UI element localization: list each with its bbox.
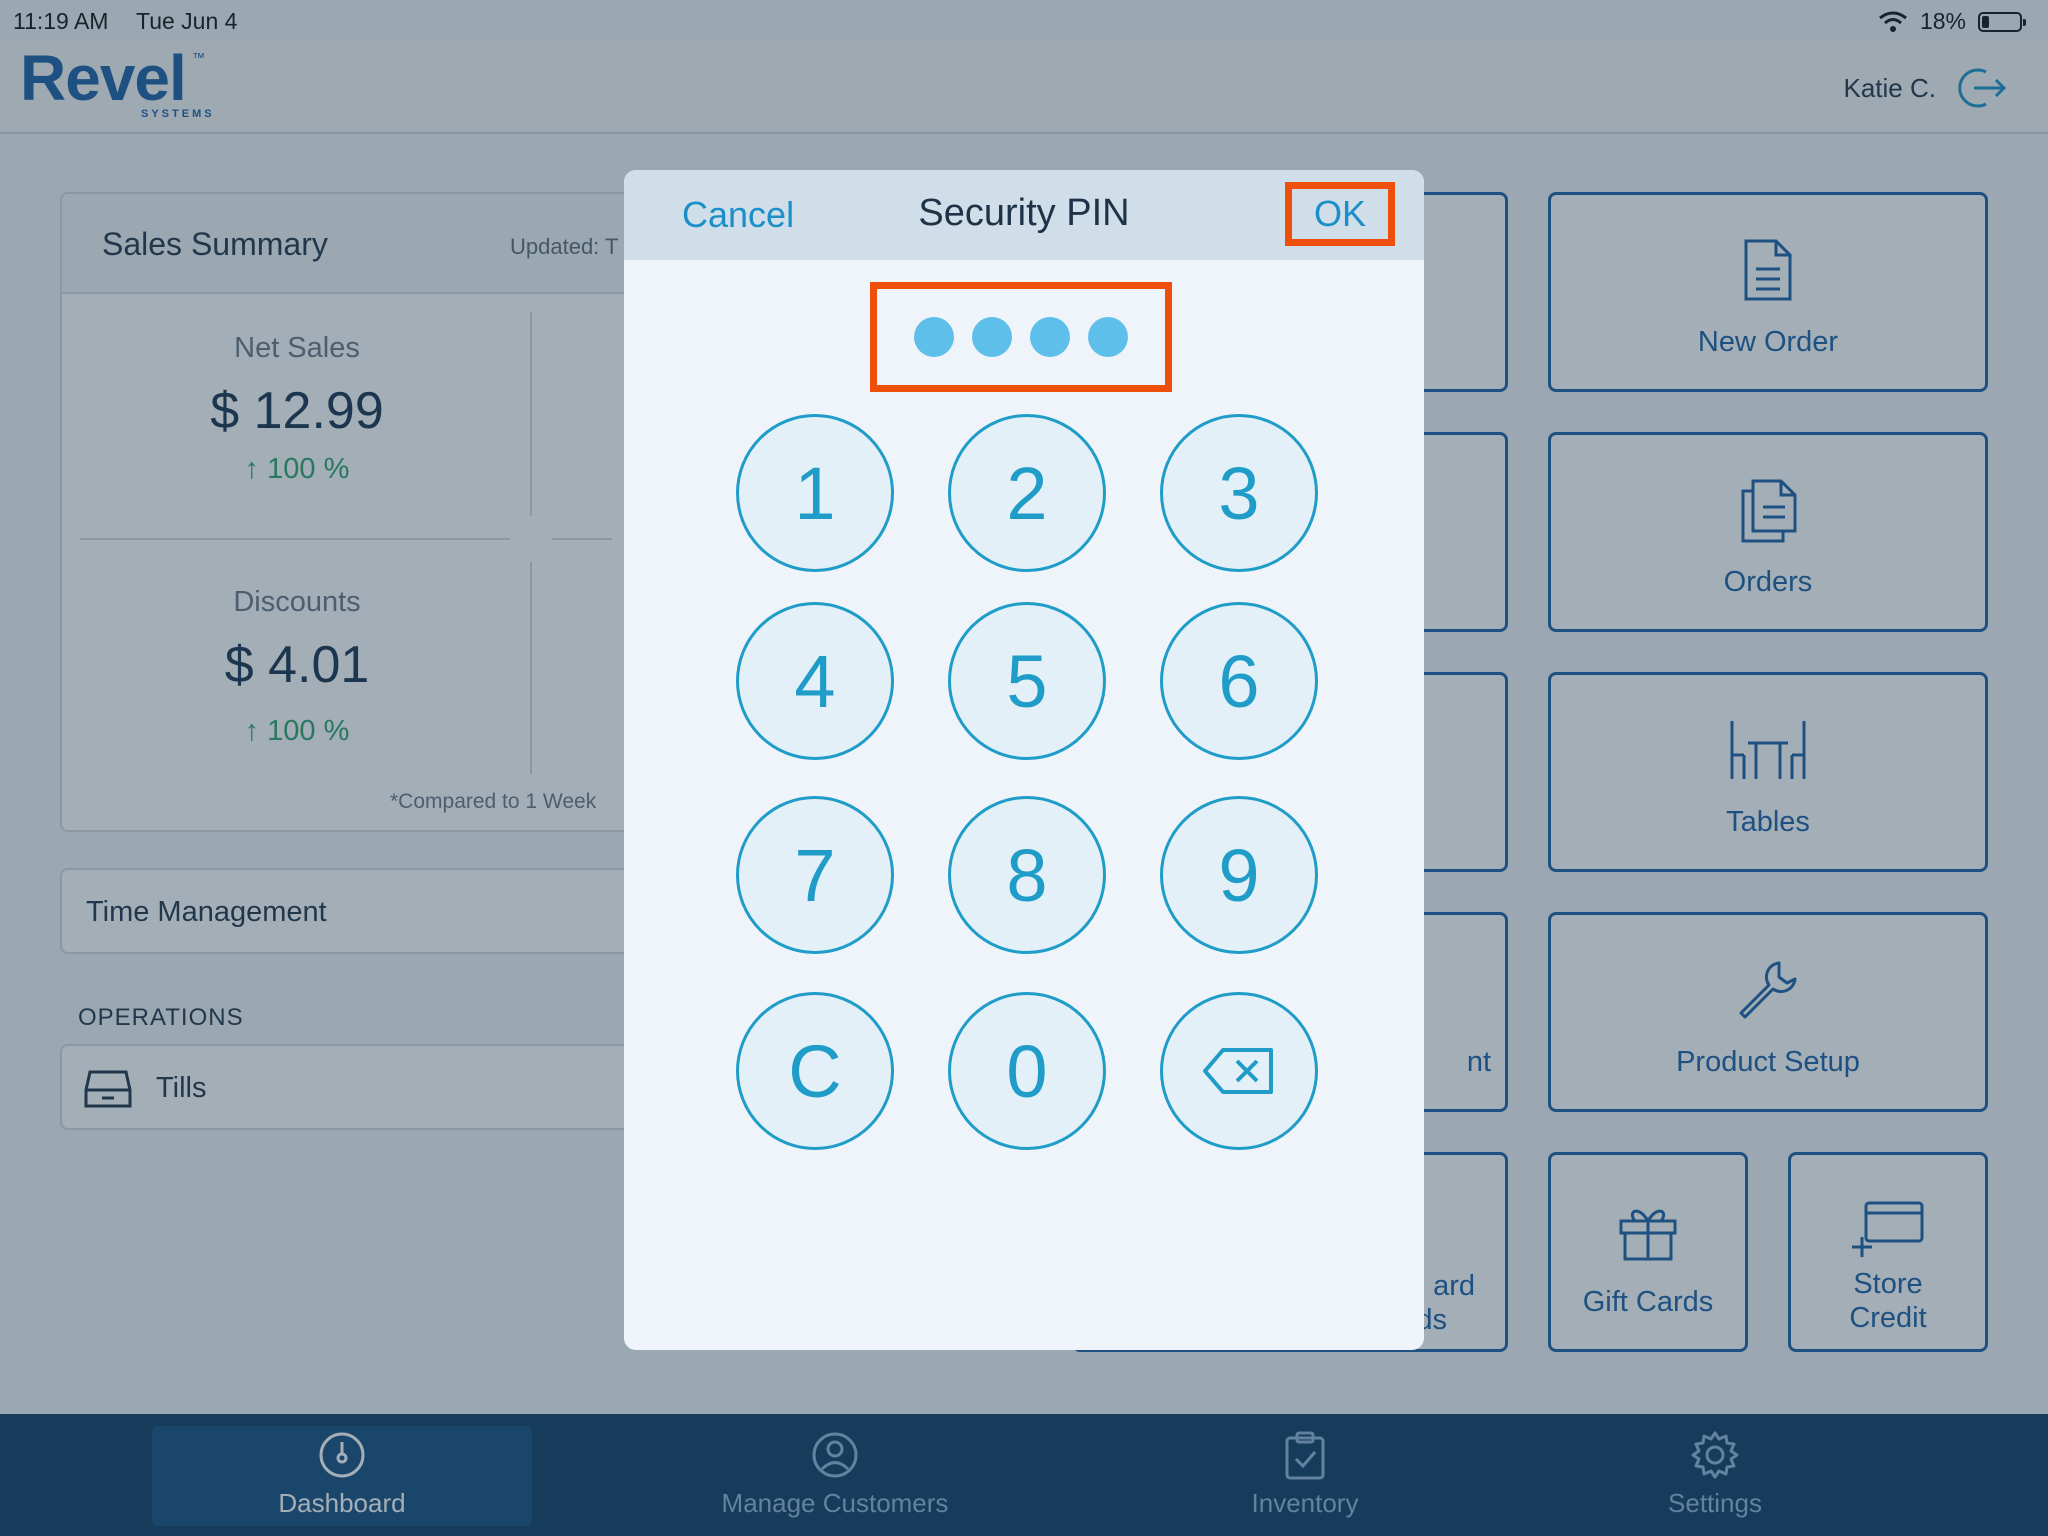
key-2[interactable]: 2 [948, 414, 1106, 572]
key-backspace[interactable] [1160, 992, 1318, 1150]
ok-button[interactable]: OK [1285, 182, 1395, 246]
security-pin-modal: Cancel Security PIN OK 1 2 3 4 5 6 7 8 9… [624, 170, 1424, 1350]
key-6[interactable]: 6 [1160, 602, 1318, 760]
key-7[interactable]: 7 [736, 796, 894, 954]
modal-header: Cancel Security PIN OK [624, 170, 1424, 260]
key-clear[interactable]: C [736, 992, 894, 1150]
pin-dot [1030, 317, 1070, 357]
pin-dot [1088, 317, 1128, 357]
key-9[interactable]: 9 [1160, 796, 1318, 954]
key-1[interactable]: 1 [736, 414, 894, 572]
key-4[interactable]: 4 [736, 602, 894, 760]
backspace-icon [1203, 1048, 1273, 1094]
pin-dot [914, 317, 954, 357]
key-5[interactable]: 5 [948, 602, 1106, 760]
pin-entry-display [870, 282, 1172, 392]
key-0[interactable]: 0 [948, 992, 1106, 1150]
key-8[interactable]: 8 [948, 796, 1106, 954]
pin-dot [972, 317, 1012, 357]
key-3[interactable]: 3 [1160, 414, 1318, 572]
